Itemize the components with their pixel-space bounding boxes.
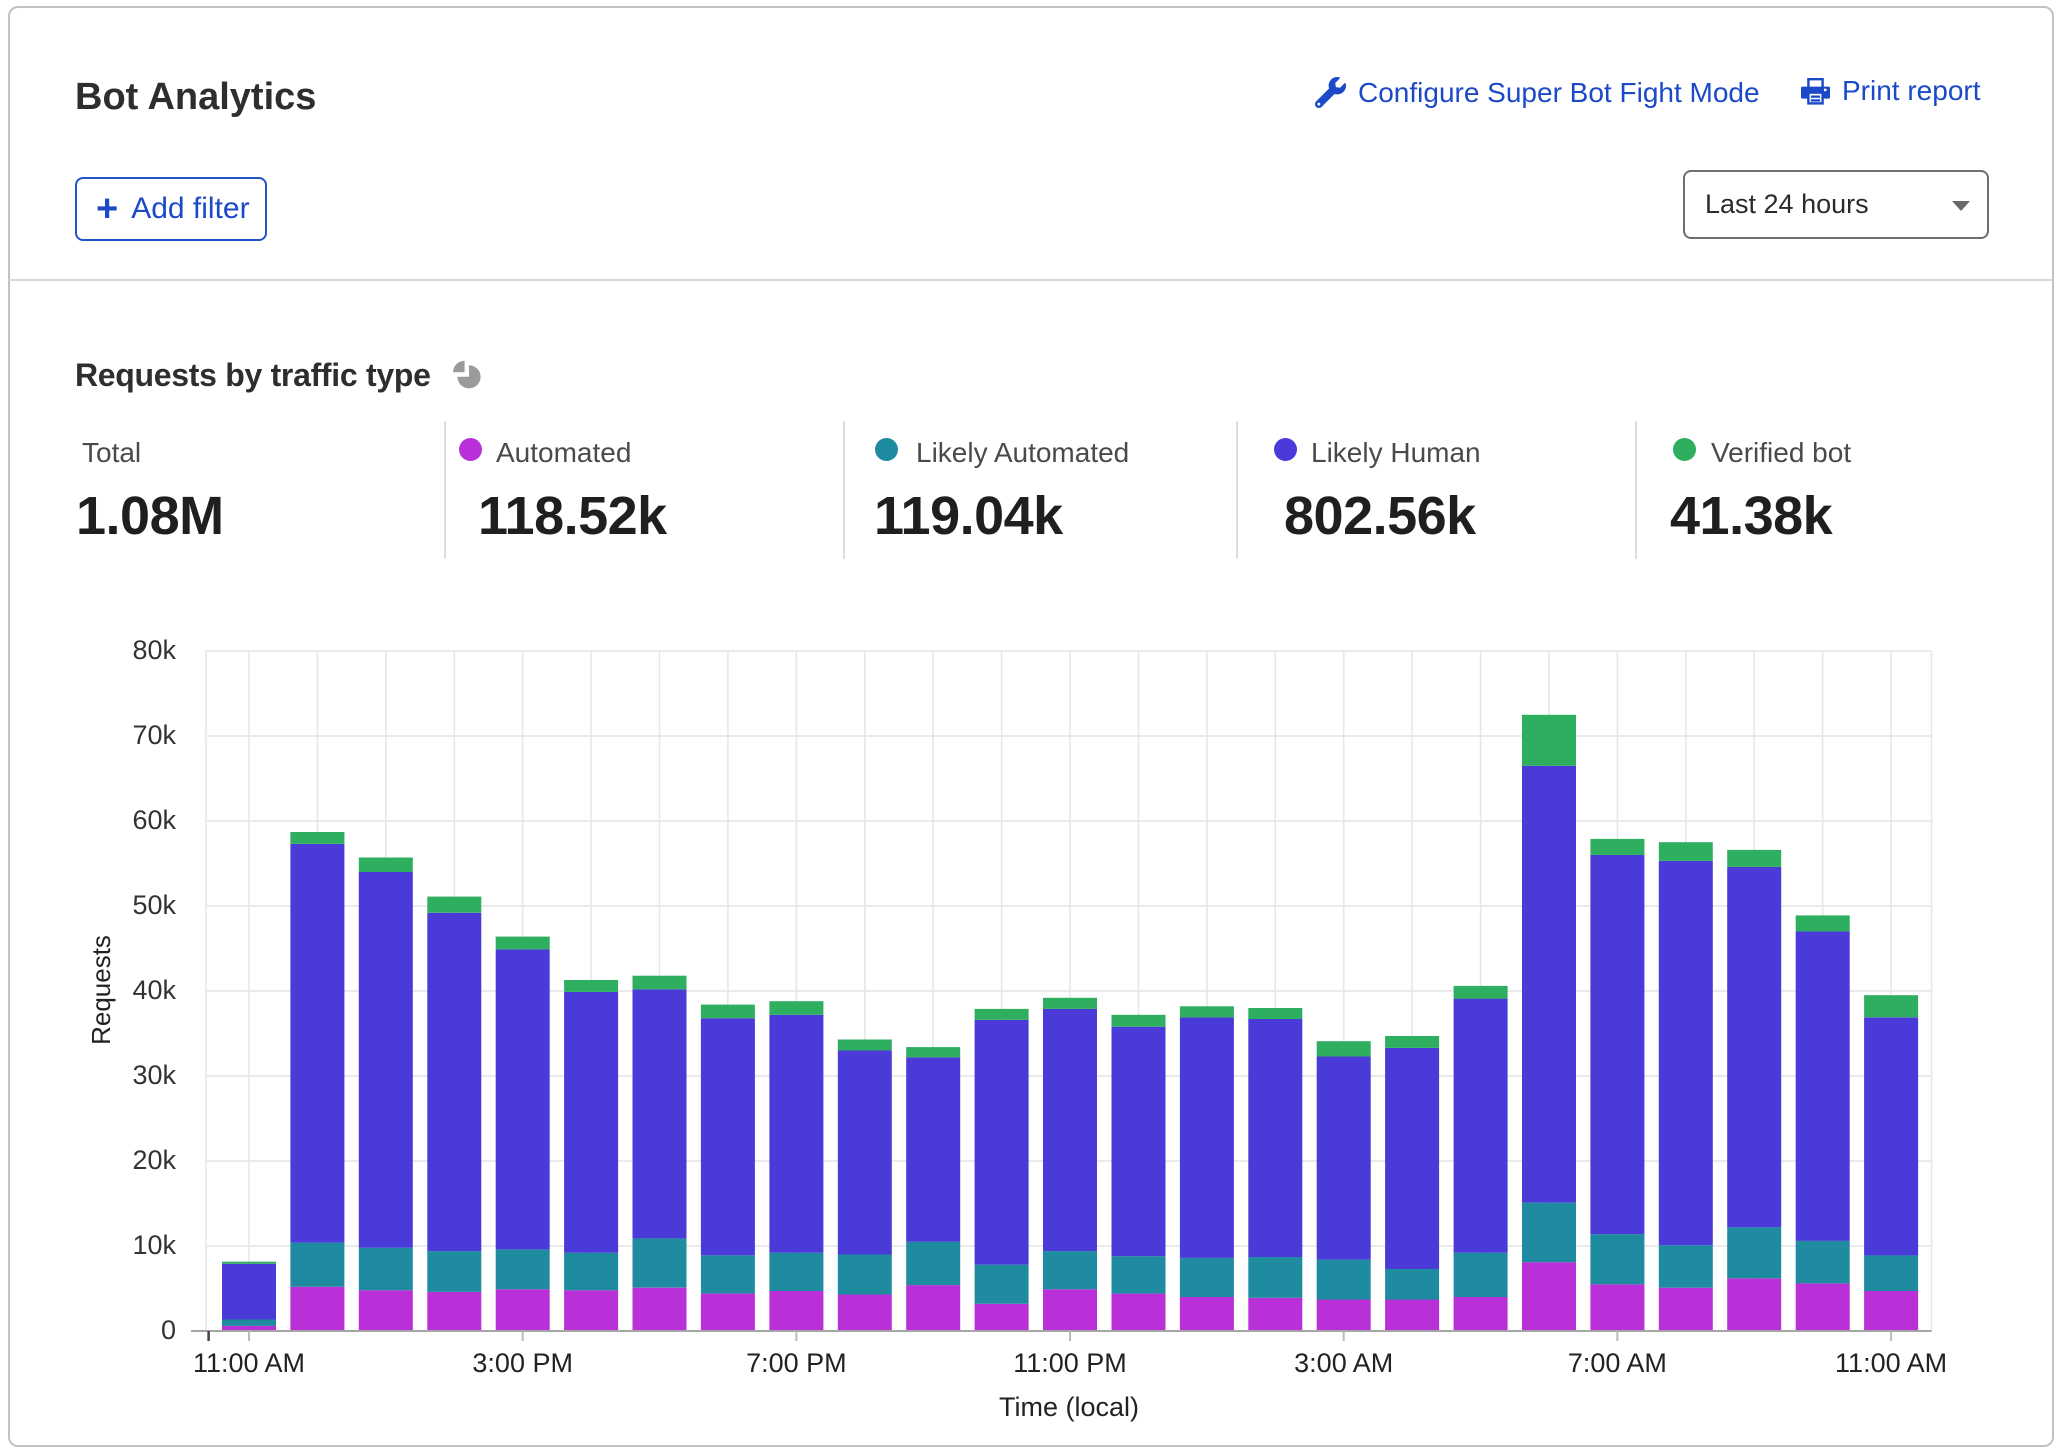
svg-text:Time (local): Time (local) — [999, 1392, 1139, 1422]
svg-text:50k: 50k — [132, 890, 176, 920]
svg-text:11:00 AM: 11:00 AM — [1835, 1348, 1947, 1378]
svg-text:0: 0 — [161, 1315, 176, 1345]
svg-text:20k: 20k — [132, 1145, 176, 1175]
svg-text:3:00 AM: 3:00 AM — [1294, 1348, 1393, 1378]
svg-text:7:00 AM: 7:00 AM — [1568, 1348, 1667, 1378]
svg-text:30k: 30k — [132, 1060, 176, 1090]
svg-text:7:00 PM: 7:00 PM — [746, 1348, 847, 1378]
svg-text:40k: 40k — [132, 975, 176, 1005]
svg-text:10k: 10k — [132, 1230, 176, 1260]
svg-text:11:00 AM: 11:00 AM — [193, 1348, 305, 1378]
svg-text:Requests: Requests — [86, 935, 116, 1045]
svg-text:60k: 60k — [132, 805, 176, 835]
svg-text:80k: 80k — [132, 635, 176, 665]
svg-text:11:00 PM: 11:00 PM — [1013, 1348, 1127, 1378]
svg-text:3:00 PM: 3:00 PM — [472, 1348, 573, 1378]
svg-text:70k: 70k — [132, 720, 176, 750]
